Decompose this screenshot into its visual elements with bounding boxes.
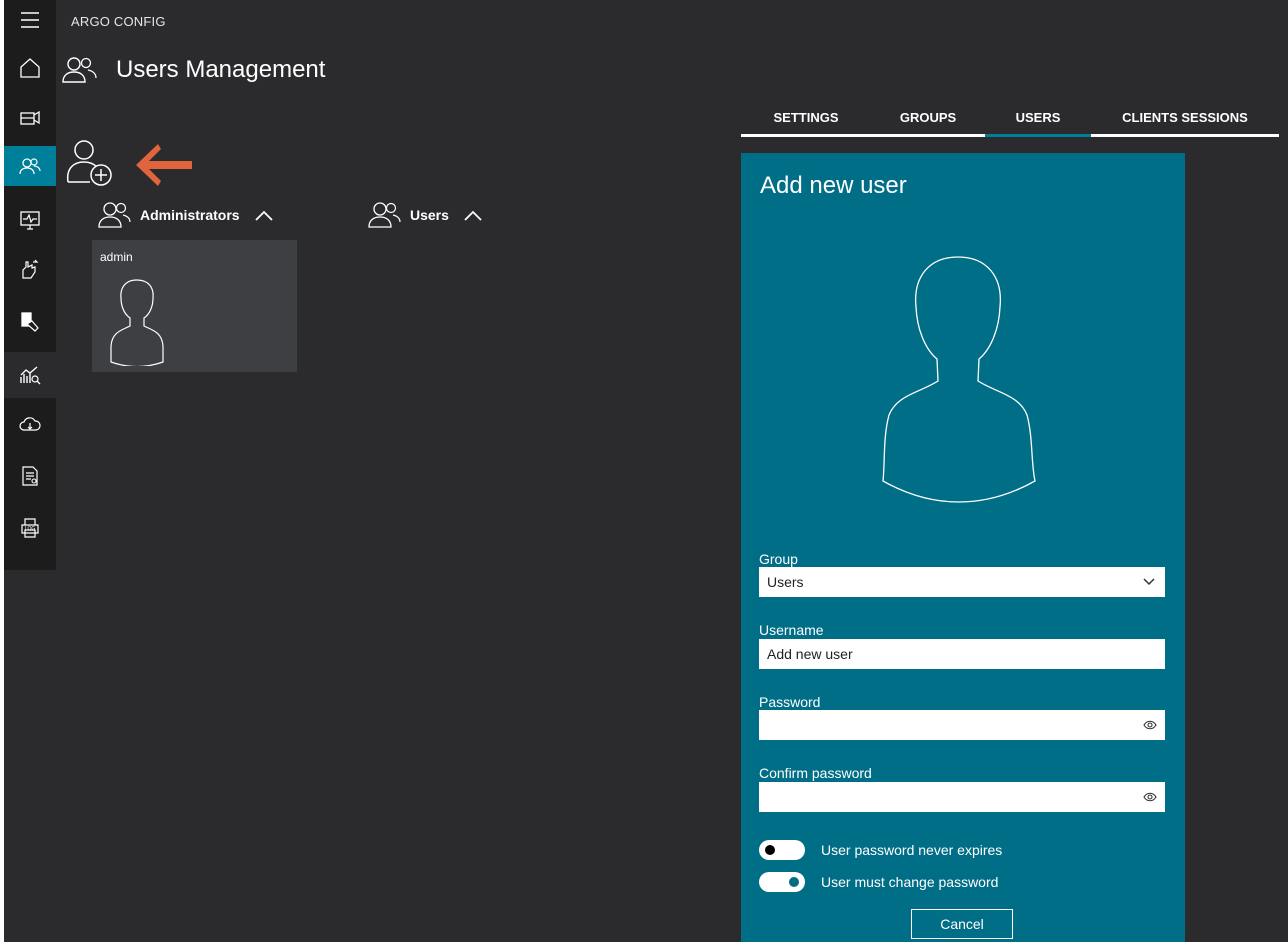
home-icon[interactable]: [4, 48, 56, 88]
group-users-icon: [368, 202, 401, 228]
group-label-administrators: Administrators: [140, 207, 240, 223]
eye-icon[interactable]: [1143, 791, 1157, 803]
user-avatar-icon: [110, 279, 164, 366]
password-field[interactable]: [759, 710, 1165, 740]
tab-users[interactable]: USERS: [985, 106, 1091, 137]
user-avatar-placeholder-icon[interactable]: [861, 253, 1055, 513]
must-change-toggle[interactable]: [759, 872, 805, 892]
username-input[interactable]: [767, 646, 1157, 662]
add-user-icon[interactable]: [64, 138, 118, 188]
group-header-administrators[interactable]: Administrators: [98, 200, 274, 230]
username-label: Username: [759, 622, 824, 638]
tab-bar: SETTINGS GROUPS USERS CLIENTS SESSIONS: [741, 106, 1279, 137]
hand-gesture-icon[interactable]: [4, 250, 56, 290]
group-select[interactable]: Users: [759, 567, 1165, 597]
users-icon[interactable]: [4, 146, 56, 186]
tab-settings[interactable]: SETTINGS: [741, 106, 871, 134]
confirm-password-input[interactable]: [767, 789, 1157, 805]
password-input[interactable]: [767, 717, 1157, 733]
chevron-up-icon[interactable]: [463, 208, 483, 222]
confirm-password-field[interactable]: [759, 782, 1165, 812]
tab-clients-sessions[interactable]: CLIENTS SESSIONS: [1091, 106, 1279, 134]
group-label: Group: [759, 551, 798, 567]
group-header-users[interactable]: Users: [368, 200, 483, 230]
never-expires-toggle[interactable]: [759, 840, 805, 860]
svg-text:LOG: LOG: [25, 526, 36, 532]
user-card-admin[interactable]: admin: [92, 240, 297, 372]
users-management-icon: [62, 57, 97, 83]
user-card-name: admin: [100, 250, 133, 264]
camera-device-icon[interactable]: [4, 98, 56, 138]
analytics-search-icon[interactable]: [4, 352, 56, 398]
arrow-indicator-icon: [136, 144, 192, 186]
group-select-value: Users: [767, 574, 804, 590]
add-user-panel: Add new user Group Users Username Passwo…: [741, 153, 1185, 942]
cloud-icon[interactable]: [4, 404, 56, 444]
chevron-up-icon[interactable]: [254, 208, 274, 222]
username-field[interactable]: [759, 639, 1165, 669]
sidebar-nav: LOG: [4, 0, 56, 570]
group-label-users: Users: [410, 207, 449, 223]
device-hand-icon[interactable]: [4, 302, 56, 342]
hamburger-menu-icon[interactable]: [4, 0, 56, 40]
must-change-row: User must change password: [759, 872, 998, 892]
page-title: Users Management: [116, 56, 326, 83]
toggle-knob: [765, 845, 775, 855]
confirm-password-label: Confirm password: [759, 765, 872, 781]
app-title: ARGO CONFIG: [71, 14, 166, 29]
cancel-button[interactable]: Cancel: [911, 909, 1013, 939]
monitor-activity-icon[interactable]: [4, 200, 56, 240]
tab-groups[interactable]: GROUPS: [871, 106, 985, 134]
group-users-icon: [98, 202, 131, 228]
eye-icon[interactable]: [1143, 719, 1157, 731]
never-expires-row: User password never expires: [759, 840, 1002, 860]
chevron-down-icon[interactable]: [1143, 577, 1155, 587]
must-change-label: User must change password: [821, 874, 999, 890]
document-search-icon[interactable]: [4, 456, 56, 496]
toggle-knob: [789, 877, 799, 887]
panel-title: Add new user: [760, 172, 907, 199]
log-printer-icon[interactable]: LOG: [4, 508, 56, 548]
password-label: Password: [759, 694, 821, 710]
never-expires-label: User password never expires: [821, 842, 1003, 858]
